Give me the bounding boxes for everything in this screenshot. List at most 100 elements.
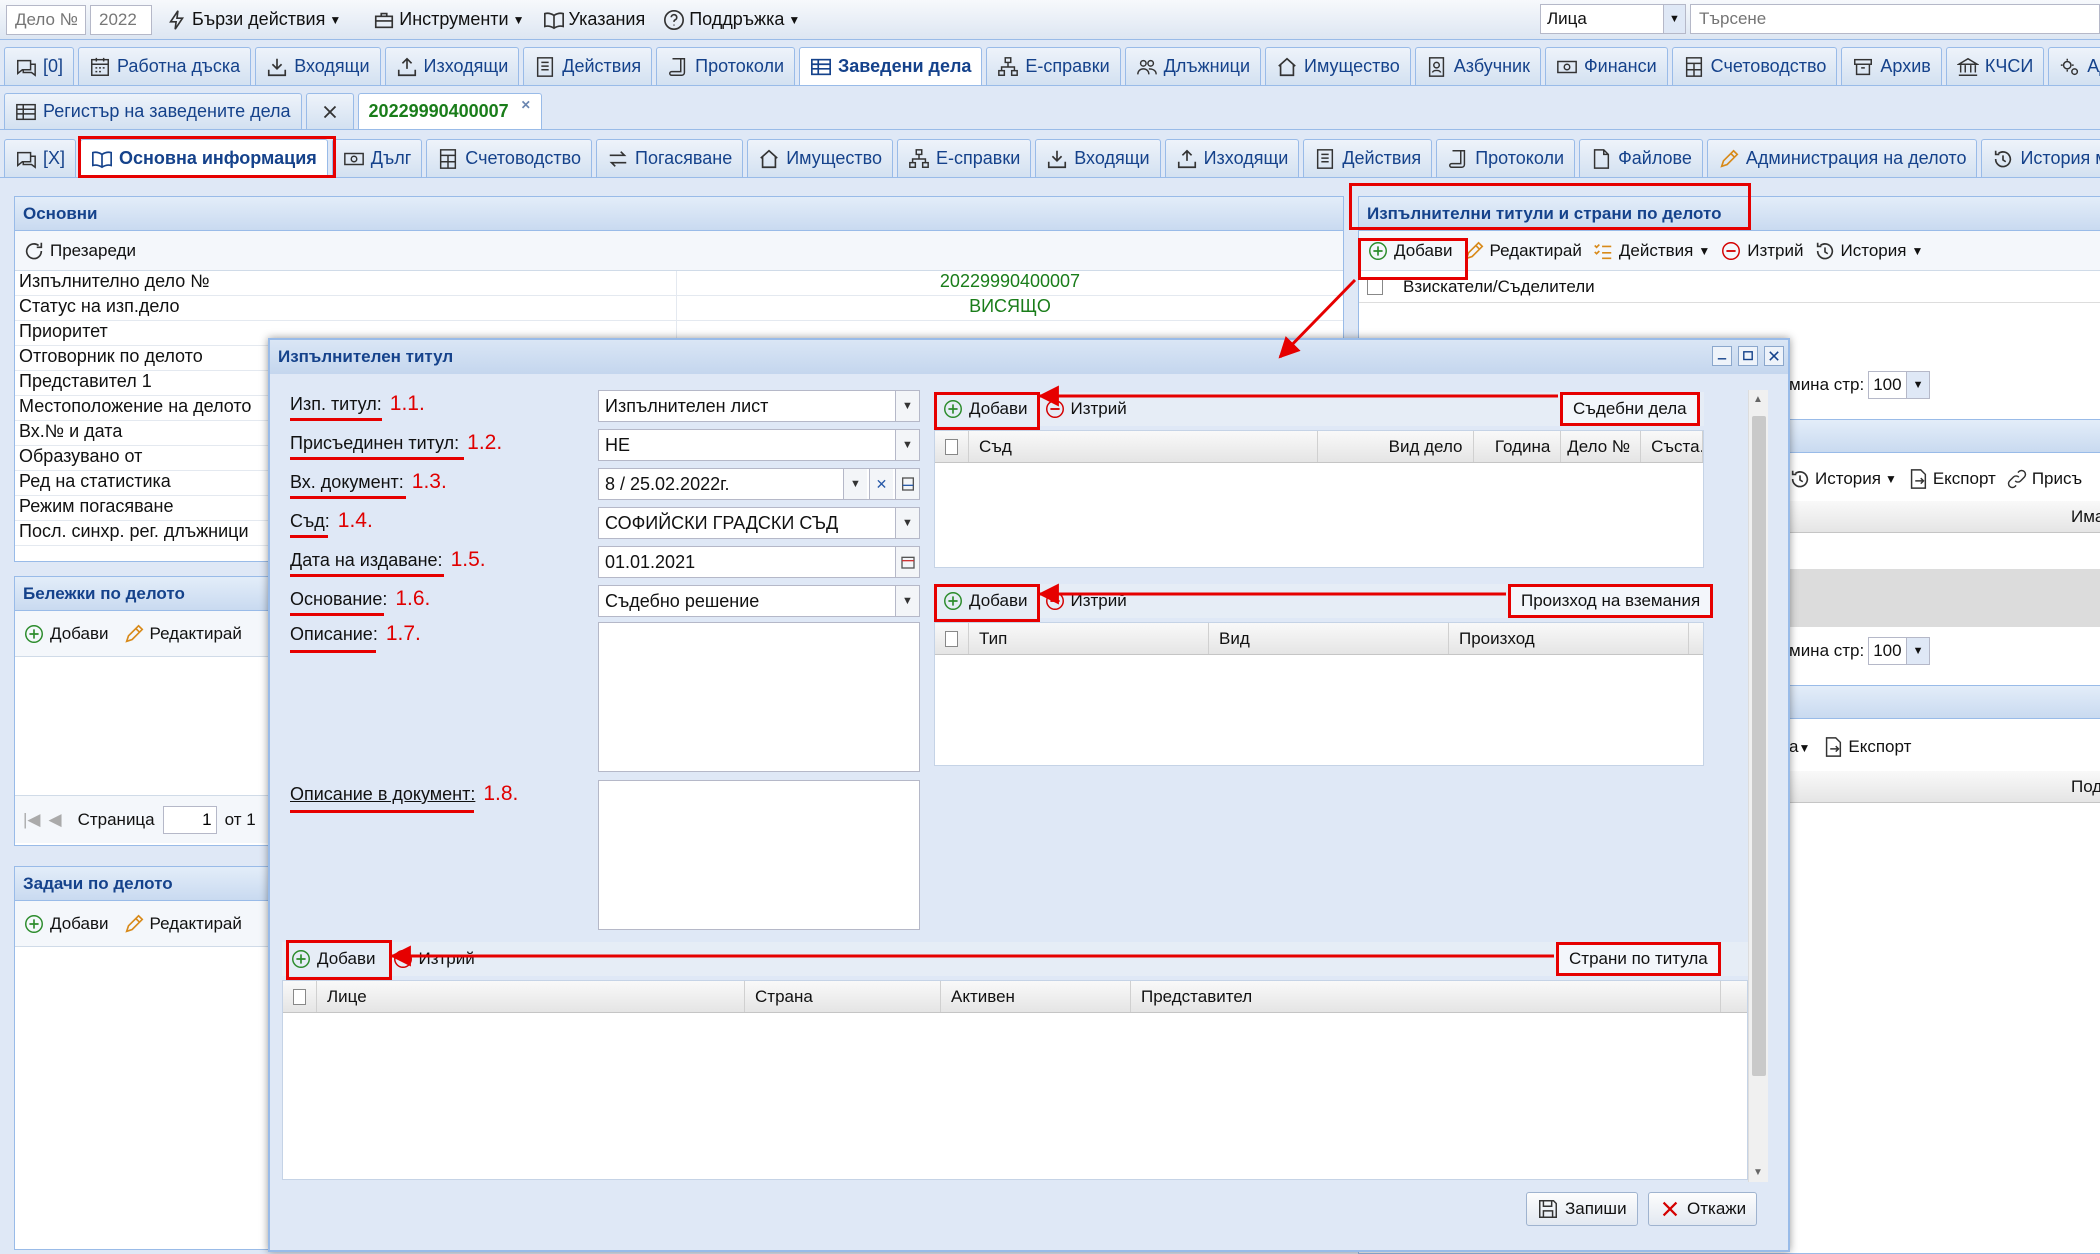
cancel-button[interactable]: Откажи — [1648, 1192, 1758, 1226]
select-all-checkbox[interactable] — [283, 981, 317, 1012]
tab-case-protocols[interactable]: Протоколи — [1436, 139, 1576, 177]
tab-case-20229990400007[interactable]: 20229990400007 ✕ — [357, 93, 542, 129]
tab-outgoing[interactable]: Изходящи — [384, 47, 520, 85]
field-input-3[interactable]: 8 / 25.02.2022г. ▼ ✕ — [598, 468, 920, 500]
doc-description-textarea[interactable] — [598, 780, 920, 930]
parties-add-button[interactable]: Добави — [290, 948, 376, 970]
maximize-button[interactable] — [1738, 346, 1758, 366]
prev-page-icon[interactable]: ◀ — [49, 810, 62, 830]
tasks-add-button[interactable]: Добави — [23, 913, 109, 935]
chevron-down-icon[interactable]: ▼ — [843, 469, 867, 499]
select-all-checkbox[interactable] — [935, 623, 969, 654]
tab-chat[interactable]: [0] — [4, 47, 75, 85]
tasks-edit-button[interactable]: Редактирай — [123, 913, 242, 935]
tab-basic-info[interactable]: Основна информация — [80, 139, 328, 177]
description-textarea[interactable] — [598, 622, 920, 772]
notes-edit-button[interactable]: Редактирай — [123, 623, 242, 645]
tab-archive[interactable]: Архив — [1841, 47, 1942, 85]
global-search-input[interactable] — [1690, 4, 2100, 34]
tab-debt[interactable]: Дълг — [331, 139, 423, 177]
minimize-button[interactable] — [1712, 346, 1732, 366]
page-number-input[interactable] — [162, 805, 217, 834]
export-button[interactable]: Експорт — [1907, 468, 1996, 490]
year-input[interactable] — [90, 4, 152, 35]
tab-case-accounting[interactable]: Счетоводство — [426, 139, 593, 177]
tab-case-actions[interactable]: Действия — [1303, 139, 1433, 177]
tab-kchsi[interactable]: КЧСИ — [1945, 47, 2045, 85]
tools-menu[interactable]: Инструменти ▼ — [369, 9, 528, 31]
courts-add-button[interactable]: Добави — [942, 398, 1028, 420]
first-page-icon[interactable]: |◀ — [23, 810, 41, 830]
tab-chat-x[interactable]: [X] — [4, 139, 77, 177]
tab-case-outgoing[interactable]: Изходящи — [1164, 139, 1300, 177]
label-text: Вх. документ: — [290, 472, 404, 492]
tab-case-property[interactable]: Имущество — [747, 139, 893, 177]
clear-icon[interactable]: ✕ — [869, 469, 893, 499]
tab-debtors[interactable]: Длъжници — [1124, 47, 1262, 85]
tab-dashboard[interactable]: Работна дъска — [78, 47, 252, 85]
tab-case-e-reports[interactable]: Е-справки — [896, 139, 1032, 177]
tab-protocols[interactable]: Протоколи — [656, 47, 796, 85]
tab-incoming[interactable]: Входящи — [255, 47, 381, 85]
field-input-4[interactable]: СОФИЙСКИ ГРАДСКИ СЪД ▼ — [598, 507, 920, 539]
select-all-checkbox[interactable] — [935, 431, 969, 462]
tab-admin[interactable]: Адм — [2048, 47, 2100, 85]
quick-actions-menu[interactable]: Бързи действия ▼ — [162, 9, 345, 31]
chevron-down-icon[interactable]: ▼ — [895, 586, 919, 616]
tab-files[interactable]: Файлове — [1579, 139, 1703, 177]
tab-property[interactable]: Имущество — [1265, 47, 1411, 85]
close-icon[interactable]: ✕ — [521, 98, 531, 112]
per-page-label: мина стр: — [1789, 641, 1865, 660]
tab-case-administration[interactable]: Администрация на делото — [1706, 139, 1978, 177]
tab-case-incoming[interactable]: Входящи — [1035, 139, 1161, 177]
origin-add-button[interactable]: Добави — [942, 590, 1028, 612]
titles-history-menu[interactable]: История ▼ — [1814, 240, 1923, 262]
tab-actions[interactable]: Действия — [523, 47, 653, 85]
tab-location-history[interactable]: История местоп — [1981, 139, 2100, 177]
chevron-down-icon[interactable]: ▼ — [895, 391, 919, 421]
origin-delete-button[interactable]: Изтрий — [1044, 590, 1127, 612]
chevron-down-icon[interactable]: ▼ — [895, 430, 919, 460]
scanner-icon[interactable] — [895, 469, 919, 499]
titles-edit-button[interactable]: Редактирай — [1463, 240, 1582, 262]
chevron-down-icon[interactable]: ▼ — [1663, 5, 1685, 33]
tab-register[interactable]: Регистър на заведените дела — [4, 93, 302, 129]
calendar-icon[interactable] — [895, 547, 919, 577]
case-number-input[interactable] — [6, 4, 86, 35]
per-page-select[interactable]: 100 ▼ — [1868, 637, 1931, 665]
close-tab-button[interactable] — [305, 93, 354, 129]
refresh-icon — [23, 240, 45, 262]
partial-menu[interactable]: а▼ — [1789, 737, 1810, 757]
save-button[interactable]: Запиши — [1526, 1192, 1638, 1226]
chevron-down-icon[interactable]: ▼ — [895, 508, 919, 538]
person-type-select[interactable]: Лица ▼ — [1540, 4, 1686, 34]
parties-delete-button[interactable]: Изтрий — [392, 948, 475, 970]
courts-delete-button[interactable]: Изтрий — [1044, 398, 1127, 420]
field-input-1[interactable]: Изпълнителен лист ▼ — [598, 390, 920, 422]
per-page-select[interactable]: 100 ▼ — [1868, 371, 1931, 399]
tab-e-reports[interactable]: Е-справки — [986, 47, 1121, 85]
address-book-icon — [1426, 56, 1448, 78]
tab-finance[interactable]: Финанси — [1544, 47, 1668, 85]
tab-accounting[interactable]: Счетоводство — [1671, 47, 1838, 85]
dialog-scrollbar[interactable]: ▲ ▼ — [1748, 390, 1768, 1182]
field-input-5[interactable]: 01.01.2021 — [598, 546, 920, 578]
guide-link[interactable]: Указания — [539, 9, 650, 31]
titles-add-button[interactable]: Добави — [1367, 240, 1453, 262]
export-button[interactable]: Експорт — [1822, 736, 1911, 758]
field-input-2[interactable]: НЕ ▼ — [598, 429, 920, 461]
close-dialog-button[interactable] — [1764, 346, 1784, 366]
attach-button[interactable]: Присъ — [2006, 468, 2082, 490]
reload-button[interactable]: Презареди — [23, 240, 136, 262]
notes-add-button[interactable]: Добави — [23, 623, 109, 645]
select-all-checkbox[interactable] — [1359, 271, 1393, 302]
tab-filed-cases[interactable]: Заведени дела — [799, 47, 983, 85]
history-menu[interactable]: История ▼ — [1789, 468, 1897, 490]
tab-repayment[interactable]: Погасяване — [596, 139, 744, 177]
tab-index[interactable]: Азбучник — [1414, 47, 1541, 85]
titles-delete-button[interactable]: Изтрий — [1720, 240, 1804, 262]
field-input-6[interactable]: Съдебно решение ▼ — [598, 585, 920, 617]
column-origin: Произход — [1449, 623, 1689, 654]
titles-actions-menu[interactable]: Действия ▼ — [1592, 240, 1710, 262]
support-menu[interactable]: Поддръжка ▼ — [659, 9, 804, 31]
